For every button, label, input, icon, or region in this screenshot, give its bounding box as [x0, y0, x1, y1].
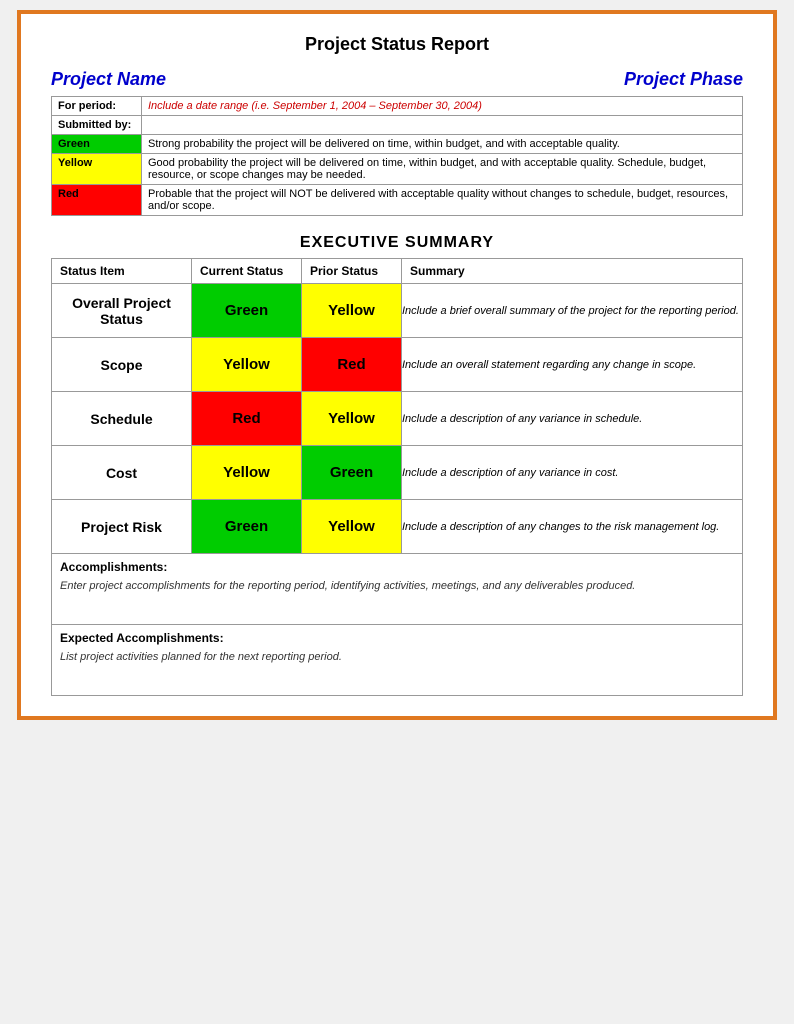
summary-cell: Include a description of any variance in…	[402, 392, 743, 446]
project-name-label: Project Name	[51, 69, 166, 90]
current-status-cell: Yellow	[192, 338, 302, 392]
for-period-value: Include a date range (i.e. September 1, …	[142, 97, 743, 116]
legend-green-row: Green Strong probability the project wil…	[52, 135, 743, 154]
current-status-badge: Green	[192, 284, 301, 337]
exec-table-row: CostYellowGreenInclude a description of …	[52, 446, 743, 500]
accomplishments-text: Enter project accomplishments for the re…	[60, 578, 734, 618]
status-item-cell: Project Risk	[52, 500, 192, 554]
exec-table-row: ScopeYellowRedInclude an overall stateme…	[52, 338, 743, 392]
prior-status-cell: Red	[302, 338, 402, 392]
project-phase-label: Project Phase	[624, 69, 743, 90]
accomplishments-section: Accomplishments: Enter project accomplis…	[51, 554, 743, 625]
executive-summary-table: Status Item Current Status Prior Status …	[51, 258, 743, 554]
col-header-status-item: Status Item	[52, 259, 192, 284]
prior-status-badge: Red	[302, 338, 401, 391]
current-status-badge: Yellow	[192, 338, 301, 391]
page-wrapper: Project Status Report Project Name Proje…	[17, 10, 777, 720]
legend-red-desc: Probable that the project will NOT be de…	[142, 185, 743, 216]
status-item-cell: Cost	[52, 446, 192, 500]
exec-table-row: Overall Project StatusGreenYellowInclude…	[52, 284, 743, 338]
prior-status-badge: Yellow	[302, 392, 401, 445]
legend-red-label: Red	[52, 185, 142, 216]
executive-summary-title: EXECUTIVE SUMMARY	[51, 234, 743, 252]
summary-cell: Include a description of any variance in…	[402, 446, 743, 500]
expected-accomplishments-text: List project activities planned for the …	[60, 649, 734, 689]
status-item-cell: Schedule	[52, 392, 192, 446]
prior-status-cell: Yellow	[302, 392, 402, 446]
current-status-badge: Green	[192, 500, 301, 553]
project-header: Project Name Project Phase	[51, 69, 743, 90]
current-status-cell: Yellow	[192, 446, 302, 500]
status-item-cell: Overall Project Status	[52, 284, 192, 338]
submitted-by-row: Submitted by:	[52, 116, 743, 135]
expected-accomplishments-title: Expected Accomplishments:	[60, 631, 734, 645]
submitted-by-value	[142, 116, 743, 135]
prior-status-cell: Yellow	[302, 284, 402, 338]
prior-status-badge: Yellow	[302, 284, 401, 337]
prior-status-badge: Green	[302, 446, 401, 499]
prior-status-badge: Yellow	[302, 500, 401, 553]
exec-table-header: Status Item Current Status Prior Status …	[52, 259, 743, 284]
col-header-current-status: Current Status	[192, 259, 302, 284]
submitted-by-label: Submitted by:	[52, 116, 142, 135]
col-header-summary: Summary	[402, 259, 743, 284]
current-status-badge: Yellow	[192, 446, 301, 499]
summary-cell: Include a brief overall summary of the p…	[402, 284, 743, 338]
col-header-prior-status: Prior Status	[302, 259, 402, 284]
for-period-row: For period: Include a date range (i.e. S…	[52, 97, 743, 116]
current-status-cell: Green	[192, 500, 302, 554]
legend-yellow-label: Yellow	[52, 154, 142, 185]
current-status-cell: Green	[192, 284, 302, 338]
summary-cell: Include a description of any changes to …	[402, 500, 743, 554]
page-title: Project Status Report	[51, 34, 743, 55]
summary-cell: Include an overall statement regarding a…	[402, 338, 743, 392]
legend-yellow-row: Yellow Good probability the project will…	[52, 154, 743, 185]
status-item-cell: Scope	[52, 338, 192, 392]
accomplishments-title: Accomplishments:	[60, 560, 734, 574]
exec-table-row: ScheduleRedYellowInclude a description o…	[52, 392, 743, 446]
info-table: For period: Include a date range (i.e. S…	[51, 96, 743, 216]
prior-status-cell: Green	[302, 446, 402, 500]
legend-yellow-desc: Good probability the project will be del…	[142, 154, 743, 185]
prior-status-cell: Yellow	[302, 500, 402, 554]
current-status-cell: Red	[192, 392, 302, 446]
expected-accomplishments-section: Expected Accomplishments: List project a…	[51, 625, 743, 696]
legend-red-row: Red Probable that the project will NOT b…	[52, 185, 743, 216]
for-period-label: For period:	[52, 97, 142, 116]
current-status-badge: Red	[192, 392, 301, 445]
legend-green-label: Green	[52, 135, 142, 154]
exec-table-row: Project RiskGreenYellowInclude a descrip…	[52, 500, 743, 554]
legend-green-desc: Strong probability the project will be d…	[142, 135, 743, 154]
